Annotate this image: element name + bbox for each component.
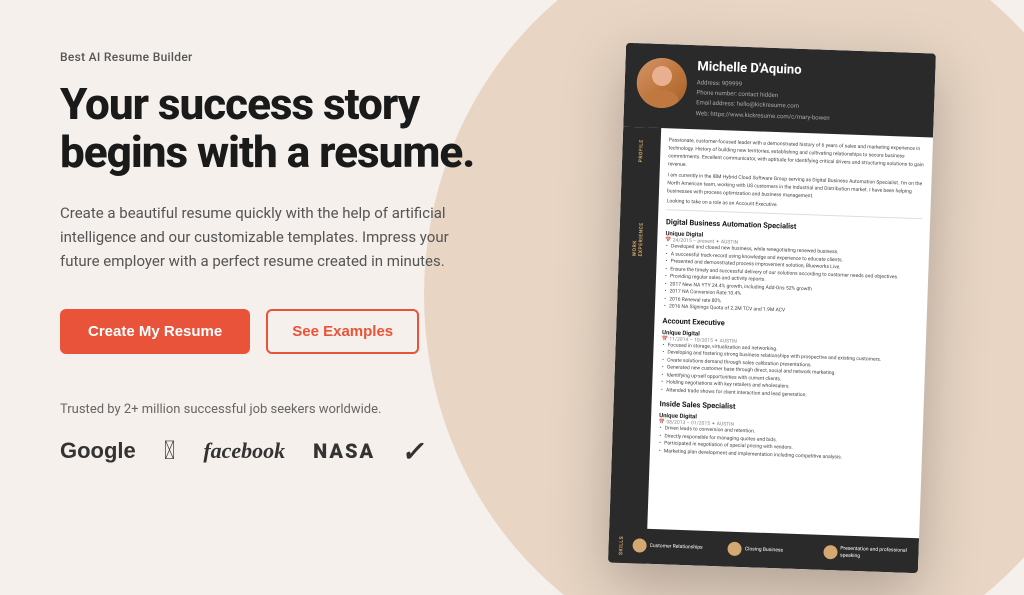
subheadline: Create a beautiful resume quickly with t…	[60, 201, 490, 273]
resume-profile: Passionate, customer-focused leader with…	[668, 136, 925, 177]
create-resume-button[interactable]: Create My Resume	[60, 309, 250, 354]
skill-icon-3	[823, 545, 837, 559]
headline: Your success story begins with a resume.	[60, 80, 510, 177]
main-container: Best AI Resume Builder Your success stor…	[0, 0, 1024, 595]
skill-2: Closing Business	[728, 539, 816, 561]
trust-section: Trusted by 2+ million successful job see…	[60, 402, 510, 468]
nasa-logo: NASA	[313, 439, 375, 463]
brand-logos: Google  facebook NASA ✓	[60, 435, 510, 468]
right-panel: Michelle D'Aquino Address: 909999 Phone …	[560, 0, 1024, 595]
resume-name: Michelle D'Aquino	[697, 59, 923, 82]
skill-icon-2	[728, 542, 742, 556]
resume-address: Address: 909999 Phone number: contact hi…	[696, 78, 923, 127]
apple-logo: 	[164, 438, 176, 464]
skill-text-3: Presentation and professional speaking	[840, 545, 911, 561]
facebook-logo: facebook	[203, 438, 285, 464]
skill-icon-1	[632, 538, 646, 552]
skill-3: Presentation and professional speaking	[823, 542, 911, 564]
nike-logo: ✓	[400, 435, 428, 468]
resume-avatar	[636, 57, 688, 109]
left-panel: Best AI Resume Builder Your success stor…	[0, 0, 560, 595]
headline-line1: Your success story	[60, 78, 419, 130]
trust-text: Trusted by 2+ million successful job see…	[60, 402, 510, 417]
see-examples-button[interactable]: See Examples	[266, 309, 419, 354]
profile-label: PROFILE	[638, 138, 645, 161]
work-label: WORKEXPERIENCE	[632, 221, 645, 256]
google-logo: Google	[60, 438, 136, 464]
badge-text: Best AI Resume Builder	[60, 50, 510, 64]
resume-name-block: Michelle D'Aquino Address: 909999 Phone …	[696, 59, 924, 127]
resume-header: Michelle D'Aquino Address: 909999 Phone …	[623, 42, 936, 137]
skill-text-1: Customer Relationships	[649, 542, 702, 551]
avatar-image	[636, 57, 688, 109]
resume-content: Passionate, customer-focused leader with…	[646, 127, 933, 572]
skill-text-2: Closing Business	[745, 546, 783, 554]
skill-1: Customer Relationships	[632, 536, 720, 558]
headline-line2: begins with a resume.	[60, 126, 474, 178]
skills-label: SKILLS	[616, 535, 625, 554]
resume-body: PROFILE WORKEXPERIENCE Passionate, custo…	[608, 126, 933, 573]
cta-buttons: Create My Resume See Examples	[60, 309, 510, 354]
resume-preview-card: Michelle D'Aquino Address: 909999 Phone …	[608, 42, 936, 573]
